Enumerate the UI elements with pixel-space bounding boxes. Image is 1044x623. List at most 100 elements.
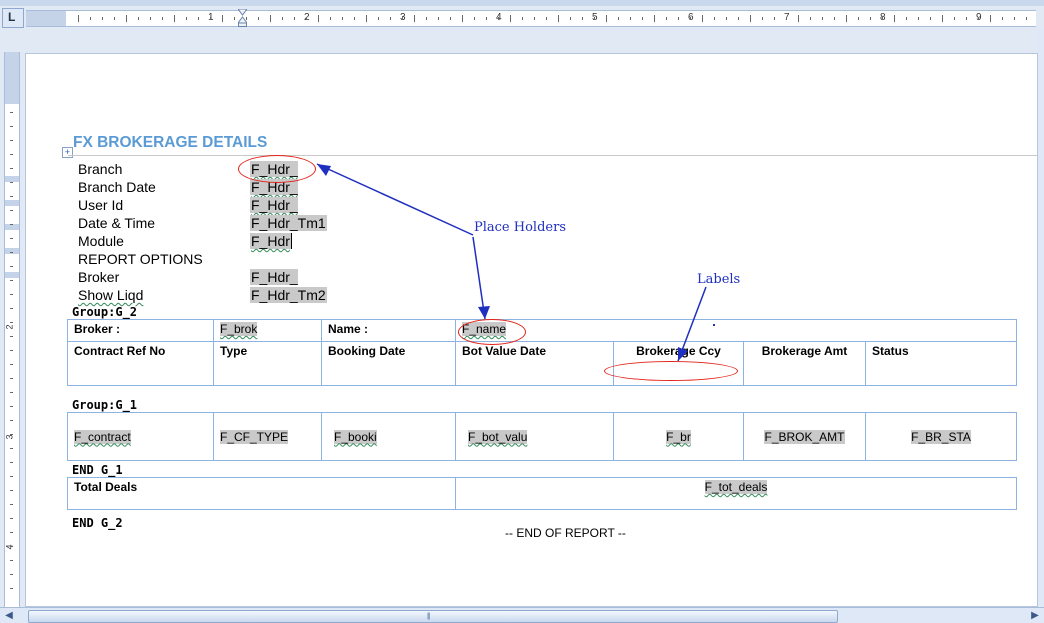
detail-cell[interactable]: F_CF_TYPE bbox=[213, 412, 322, 461]
highlight-oval-name-field bbox=[458, 319, 526, 345]
detail-cell[interactable]: F_booki bbox=[321, 412, 456, 461]
name-label: Name : bbox=[321, 319, 456, 342]
ruler-shade bbox=[5, 272, 19, 278]
scroll-left-icon[interactable]: ◀ bbox=[2, 609, 16, 622]
detail-cell[interactable]: F_BR_STA bbox=[865, 412, 1017, 461]
ruler-tick bbox=[10, 210, 13, 211]
column-header: Type bbox=[213, 341, 322, 386]
ruler-tick bbox=[882, 17, 883, 20]
ruler-tick bbox=[474, 17, 475, 20]
detail-cell[interactable]: F_br bbox=[613, 412, 744, 461]
detail-cell[interactable]: F_contract bbox=[67, 412, 214, 461]
total-field[interactable]: F_tot_deals bbox=[704, 480, 768, 494]
ruler-tick bbox=[138, 17, 139, 20]
ruler-tick bbox=[10, 266, 13, 267]
detail-field[interactable]: F_BR_STA bbox=[911, 429, 971, 444]
total-row: Total Deals F_tot_deals bbox=[67, 477, 1017, 510]
ruler-tick bbox=[10, 560, 13, 561]
ruler-tick bbox=[486, 17, 487, 20]
ruler-tick bbox=[534, 17, 535, 20]
ruler-tick bbox=[810, 17, 811, 20]
header-table: Broker : F_brok Name : F_name Contract R… bbox=[67, 319, 1017, 386]
ruler-tick bbox=[282, 17, 283, 20]
arrowhead bbox=[478, 306, 490, 319]
group-g2-end-marker: END G_2 bbox=[72, 516, 123, 530]
ruler-tick bbox=[10, 350, 13, 351]
ruler-tick bbox=[10, 294, 13, 295]
ruler-tick bbox=[10, 532, 13, 533]
ruler-tick bbox=[186, 17, 187, 20]
header-label-report-options: REPORT OPTIONS bbox=[78, 251, 203, 267]
horizontal-scrollbar[interactable]: ◀ ||| ▶ bbox=[0, 607, 1044, 623]
broker-field[interactable]: F_brok bbox=[220, 322, 258, 336]
indent-marker-icon[interactable] bbox=[238, 9, 247, 27]
ruler-tick bbox=[906, 17, 907, 20]
name-field-cell[interactable]: F_name bbox=[455, 319, 1017, 342]
ruler-shade bbox=[5, 248, 19, 254]
detail-field[interactable]: F_booki bbox=[334, 429, 377, 444]
broker-label: Broker : bbox=[67, 319, 214, 342]
document-page[interactable]: + FX BROKERAGE DETAILS Branch F_Hdr_ Bra… bbox=[26, 54, 1037, 606]
ruler-tick bbox=[222, 15, 223, 22]
header-label-branch: Branch bbox=[78, 161, 123, 177]
ruler-tick bbox=[10, 252, 13, 253]
ruler-tick bbox=[10, 546, 13, 547]
header-field-show-liqd[interactable]: F_Hdr_Tm2 bbox=[250, 287, 327, 303]
column-header-row: Contract Ref No Type Booking Date Bot Va… bbox=[67, 341, 1017, 386]
ruler-tick bbox=[150, 17, 151, 20]
tab-selector-button[interactable]: L bbox=[2, 8, 24, 28]
header-field-user-id[interactable]: F_Hdr_ bbox=[250, 197, 298, 213]
ruler-tick bbox=[1002, 17, 1003, 20]
ruler-tick bbox=[786, 17, 787, 20]
detail-field[interactable]: F_BROK_AMT bbox=[764, 429, 845, 444]
highlight-oval-placeholder bbox=[238, 155, 316, 183]
scroll-right-icon[interactable]: ▶ bbox=[1028, 609, 1042, 622]
ruler-tick bbox=[10, 504, 13, 505]
vertical-scrollbar[interactable] bbox=[1037, 28, 1044, 608]
ruler-tick bbox=[10, 434, 13, 435]
header-field-date-time[interactable]: F_Hdr_Tm1 bbox=[250, 215, 327, 231]
ruler-tick bbox=[162, 17, 163, 20]
header-label-show-liqd: Show Liqd bbox=[78, 287, 144, 303]
group-g2-start-marker: Group:G_2 bbox=[72, 305, 138, 319]
detail-table: F_contract F_CF_TYPE F_booki F_bot_valu … bbox=[67, 412, 1017, 461]
detail-cell[interactable]: F_BROK_AMT bbox=[743, 412, 866, 461]
column-header: Booking Date bbox=[321, 341, 456, 386]
detail-field[interactable]: F_bot_valu bbox=[468, 429, 528, 444]
ruler-tick bbox=[630, 17, 631, 20]
ruler-tick bbox=[10, 448, 13, 449]
ruler-tick bbox=[10, 406, 13, 407]
ruler-tick bbox=[10, 462, 13, 463]
header-field-module[interactable]: F_Hdr bbox=[250, 233, 292, 249]
ruler-tick bbox=[10, 126, 13, 127]
ruler-tick bbox=[954, 17, 955, 20]
detail-field[interactable]: F_contract bbox=[74, 429, 131, 444]
ruler-tick bbox=[438, 17, 439, 20]
ruler-shade bbox=[5, 200, 19, 206]
header-field-broker[interactable]: F_Hdr_ bbox=[250, 269, 298, 285]
ruler-tick bbox=[330, 17, 331, 20]
ruler-tick bbox=[10, 168, 13, 169]
ruler-tick bbox=[846, 15, 847, 22]
total-field-cell[interactable]: F_tot_deals bbox=[455, 477, 1017, 510]
arrow-line bbox=[472, 236, 486, 320]
ruler-tick bbox=[270, 15, 271, 22]
table-move-handle-icon[interactable]: + bbox=[62, 147, 73, 158]
scrollbar-thumb[interactable]: ||| bbox=[28, 610, 838, 623]
ruler-tick bbox=[126, 15, 127, 22]
ruler-tick bbox=[390, 17, 391, 20]
detail-field[interactable]: F_CF_TYPE bbox=[220, 429, 289, 444]
ruler-tick bbox=[870, 17, 871, 20]
broker-field-cell[interactable]: F_brok bbox=[213, 319, 322, 342]
ruler-tick bbox=[462, 15, 463, 22]
detail-cell[interactable]: F_bot_valu bbox=[455, 412, 614, 461]
ruler-tick bbox=[918, 17, 919, 20]
ruler-tick bbox=[1026, 17, 1027, 20]
ruler-tick bbox=[90, 17, 91, 20]
ruler-tick bbox=[10, 140, 13, 141]
horizontal-ruler[interactable]: 1 2 3 4 5 6 7 8 9 bbox=[26, 10, 1036, 27]
annotation-labels: Labels bbox=[697, 272, 741, 287]
vertical-ruler[interactable]: 2 3 4 bbox=[4, 52, 20, 608]
ruler-tick bbox=[10, 280, 13, 281]
detail-field[interactable]: F_br bbox=[666, 429, 691, 444]
